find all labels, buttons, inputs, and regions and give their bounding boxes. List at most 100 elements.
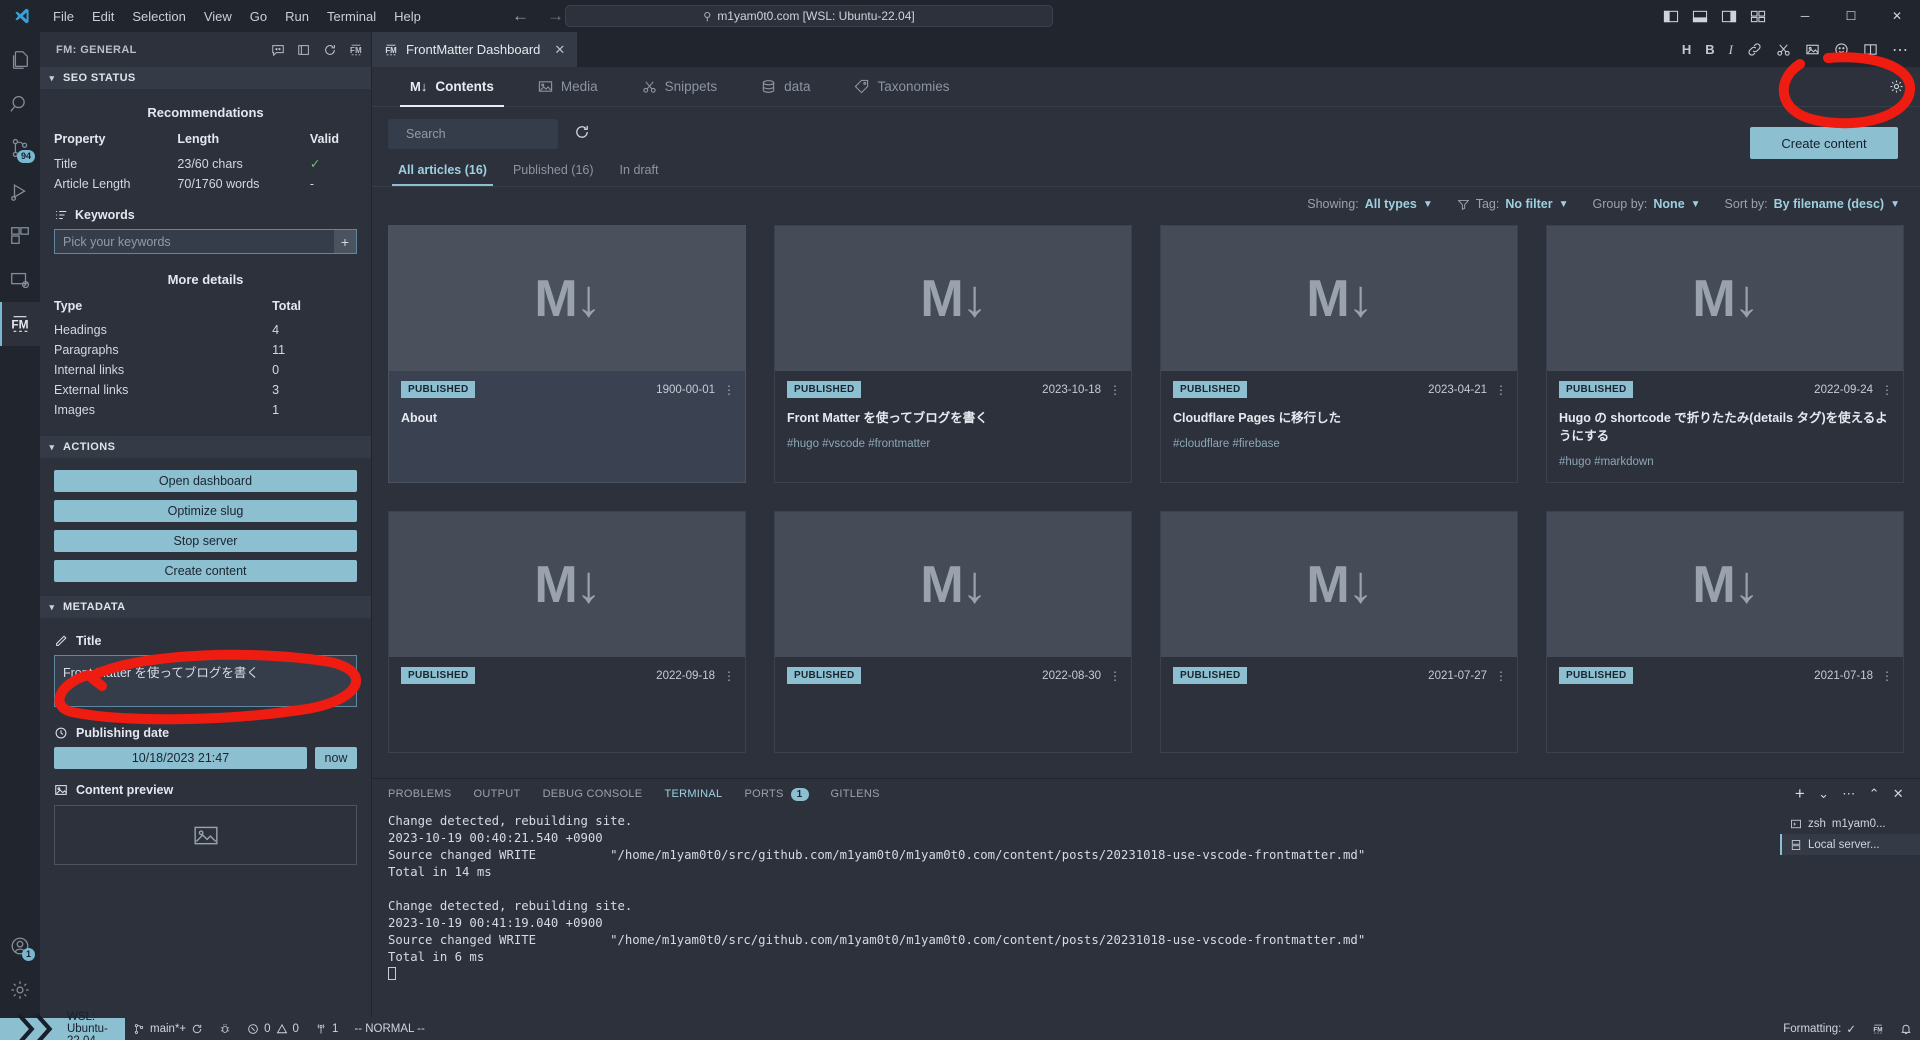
- toggle-secondary-sidebar-icon[interactable]: [1721, 9, 1737, 24]
- toggle-panel-icon[interactable]: [1692, 9, 1708, 24]
- article-card[interactable]: M↓ PUBLISHED 1900-00-01 ⋮ About: [388, 225, 746, 484]
- status-branch[interactable]: main*+: [125, 1018, 211, 1040]
- toggle-primary-sidebar-icon[interactable]: [1663, 9, 1679, 24]
- keywords-input[interactable]: [55, 230, 334, 253]
- search-input[interactable]: [406, 127, 567, 141]
- split-editor-icon[interactable]: [297, 43, 311, 57]
- tab-contents[interactable]: M↓ Contents: [388, 67, 516, 107]
- panel-tab-terminal[interactable]: TERMINAL: [664, 788, 722, 800]
- content-preview-dropzone[interactable]: [54, 805, 357, 865]
- fm-icon[interactable]: FM: [349, 43, 363, 57]
- close-panel-icon[interactable]: ✕: [1893, 786, 1904, 802]
- customize-layout-icon[interactable]: [1750, 9, 1766, 24]
- terminal-list-item-local-server[interactable]: Local server...: [1780, 834, 1920, 855]
- activity-run-debug[interactable]: [0, 170, 40, 214]
- maximize-button[interactable]: ☐: [1828, 0, 1874, 32]
- article-card[interactable]: M↓ PUBLISHED 2021-07-27 ⋮: [1160, 511, 1518, 754]
- status-notifications[interactable]: [1892, 1018, 1920, 1040]
- tab-frontmatter-dashboard[interactable]: FM FrontMatter Dashboard ✕: [372, 32, 578, 67]
- tab-snippets[interactable]: Snippets: [620, 67, 740, 107]
- create-content-button[interactable]: Create content: [1750, 127, 1898, 159]
- refresh-button[interactable]: [574, 124, 590, 145]
- filter-tab-all-articles[interactable]: All articles (16): [388, 159, 497, 186]
- open-dashboard-button[interactable]: Open dashboard: [54, 470, 357, 492]
- activity-accounts[interactable]: 1: [0, 924, 40, 968]
- kebab-menu-icon[interactable]: ⋮: [1495, 670, 1507, 682]
- status-ports[interactable]: 1: [307, 1018, 346, 1040]
- seo-status-section-header[interactable]: ▾ SEO STATUS: [40, 67, 371, 89]
- italic-icon[interactable]: I: [1729, 42, 1733, 58]
- command-center[interactable]: ⚲ m1yam0t0.com [WSL: Ubuntu-22.04]: [565, 5, 1053, 27]
- terminal-dropdown-icon[interactable]: ⌄: [1818, 786, 1829, 802]
- tab-taxonomies[interactable]: Taxonomies: [832, 67, 971, 107]
- panel-tab-problems[interactable]: PROBLEMS: [388, 788, 452, 800]
- filter-tag[interactable]: Tag: No filter ▼: [1457, 197, 1569, 211]
- image-icon[interactable]: [1805, 42, 1820, 57]
- article-card[interactable]: M↓ PUBLISHED 2022-08-30 ⋮: [774, 511, 1132, 754]
- close-button[interactable]: ✕: [1874, 0, 1920, 32]
- kebab-menu-icon[interactable]: ⋮: [723, 384, 735, 396]
- status-formatting[interactable]: Formatting: ✓: [1775, 1018, 1864, 1040]
- close-icon[interactable]: ✕: [554, 42, 565, 58]
- kebab-menu-icon[interactable]: ⋮: [1881, 670, 1893, 682]
- menu-selection[interactable]: Selection: [123, 6, 194, 27]
- tab-data[interactable]: data: [739, 67, 832, 107]
- filter-group-by[interactable]: Group by: None ▼: [1593, 197, 1701, 211]
- menu-help[interactable]: Help: [385, 6, 430, 27]
- activity-search[interactable]: [0, 82, 40, 126]
- article-card[interactable]: M↓ PUBLISHED 2023-04-21 ⋮ Cloudflare Pag…: [1160, 225, 1518, 484]
- panel-tab-output[interactable]: OUTPUT: [474, 788, 521, 800]
- filter-tab-in-draft[interactable]: In draft: [610, 159, 669, 186]
- more-icon[interactable]: ⋯: [1892, 40, 1908, 60]
- create-content-button-sidebar[interactable]: Create content: [54, 560, 357, 582]
- menu-view[interactable]: View: [195, 6, 241, 27]
- back-icon[interactable]: ←: [512, 6, 529, 26]
- menu-edit[interactable]: Edit: [83, 6, 123, 27]
- status-problems[interactable]: 0 0: [239, 1018, 307, 1040]
- menu-run[interactable]: Run: [276, 6, 318, 27]
- set-now-button[interactable]: now: [315, 747, 357, 769]
- article-card[interactable]: M↓ PUBLISHED 2023-10-18 ⋮ Front Matter を…: [774, 225, 1132, 484]
- filter-tab-published[interactable]: Published (16): [503, 159, 604, 186]
- terminal-list-item-zsh[interactable]: zsh m1yam0...: [1780, 813, 1920, 834]
- bold-icon[interactable]: B: [1705, 42, 1714, 57]
- article-card[interactable]: M↓ PUBLISHED 2022-09-18 ⋮: [388, 511, 746, 754]
- title-field[interactable]: [54, 655, 357, 707]
- activity-explorer[interactable]: [0, 38, 40, 82]
- publishing-date-value[interactable]: 10/18/2023 21:47: [54, 747, 307, 769]
- filter-showing[interactable]: Showing: All types ▼: [1307, 197, 1432, 211]
- terminal-output[interactable]: Change detected, rebuilding site. 2023-1…: [372, 809, 1780, 1018]
- link-icon[interactable]: [1747, 42, 1762, 57]
- refresh-icon[interactable]: [323, 43, 337, 57]
- metadata-section-header[interactable]: ▾ METADATA: [40, 596, 371, 618]
- article-card[interactable]: M↓ PUBLISHED 2021-07-18 ⋮: [1546, 511, 1904, 754]
- maximize-panel-icon[interactable]: ⌃: [1869, 786, 1880, 802]
- kebab-menu-icon[interactable]: ⋮: [1495, 384, 1507, 396]
- heading-icon[interactable]: H: [1682, 42, 1691, 57]
- panel-tab-ports[interactable]: PORTS 1: [744, 787, 809, 801]
- new-terminal-icon[interactable]: +: [1795, 784, 1805, 804]
- panel-tab-gitlens[interactable]: GITLENS: [831, 788, 880, 800]
- menu-terminal[interactable]: Terminal: [318, 6, 385, 27]
- optimize-slug-button[interactable]: Optimize slug: [54, 500, 357, 522]
- kebab-menu-icon[interactable]: ⋮: [1109, 384, 1121, 396]
- more-icon[interactable]: ⋯: [1842, 786, 1855, 802]
- activity-settings[interactable]: [0, 968, 40, 1012]
- tab-media[interactable]: Media: [516, 67, 620, 107]
- status-debug[interactable]: [211, 1018, 239, 1040]
- activity-extensions[interactable]: [0, 214, 40, 258]
- stop-server-button[interactable]: Stop server: [54, 530, 357, 552]
- activity-front-matter[interactable]: FM: [0, 302, 40, 346]
- kebab-menu-icon[interactable]: ⋮: [1881, 384, 1893, 396]
- status-remote-indicator[interactable]: WSL: Ubuntu-22.04: [0, 1011, 126, 1040]
- search-box[interactable]: [388, 119, 567, 149]
- panel-tab-debug-console[interactable]: DEBUG CONSOLE: [543, 788, 643, 800]
- split-editor-icon[interactable]: [1863, 42, 1878, 57]
- dashboard-settings-button[interactable]: [1889, 79, 1904, 99]
- scissors-icon[interactable]: [1776, 42, 1791, 57]
- menu-go[interactable]: Go: [241, 6, 276, 27]
- kebab-menu-icon[interactable]: ⋮: [723, 670, 735, 682]
- emoji-icon[interactable]: [1834, 42, 1849, 57]
- article-cards-scroll[interactable]: M↓ PUBLISHED 1900-00-01 ⋮ About M↓ PUBLI…: [372, 221, 1920, 778]
- status-front-matter[interactable]: FM: [1864, 1018, 1892, 1040]
